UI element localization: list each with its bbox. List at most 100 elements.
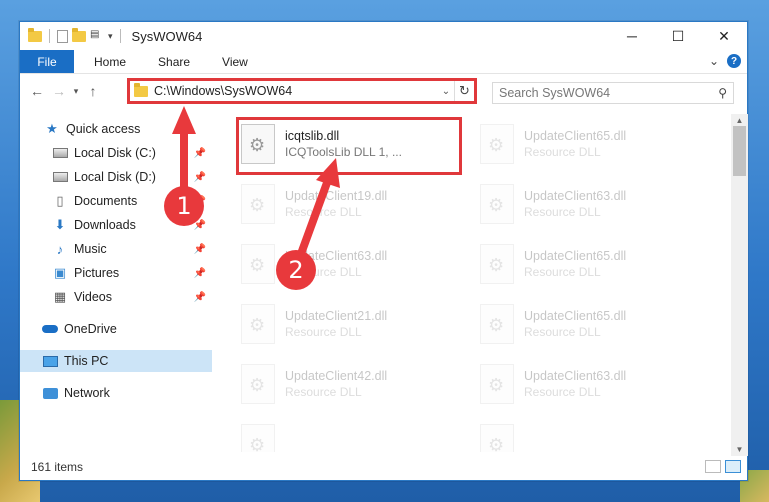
item-count: 161 items — [31, 460, 84, 474]
sidebar-item-quick-access[interactable]: ★ Quick access — [20, 118, 212, 140]
dll-file-icon — [241, 184, 275, 224]
customize-icon[interactable]: ▤ — [90, 29, 104, 43]
title-bar: ▤ ▾ SysWOW64 ─ ☐ ✕ — [20, 22, 747, 50]
close-button[interactable]: ✕ — [701, 22, 747, 50]
pin-icon[interactable]: 📌 — [194, 148, 206, 159]
dll-file-icon — [241, 424, 275, 452]
properties-icon[interactable] — [57, 29, 68, 43]
file-description: Resource DLL — [524, 145, 601, 159]
divider — [49, 29, 50, 43]
scroll-up-icon[interactable]: ▲ — [731, 116, 748, 125]
sidebar-item-local-disk-d[interactable]: Local Disk (D:) 📌 — [20, 166, 212, 188]
file-description: Resource DLL — [285, 205, 362, 219]
address-path[interactable]: C:\Windows\SysWOW64 — [154, 84, 438, 98]
file-item[interactable]: UpdateClient21.dll Resource DLL — [241, 298, 461, 350]
address-bar[interactable]: C:\Windows\SysWOW64 ⌄ ↻ — [127, 78, 477, 104]
pictures-icon: ▣ — [53, 265, 67, 280]
tab-file[interactable]: File — [20, 50, 74, 73]
up-arrow-icon[interactable]: ↑ — [82, 83, 104, 99]
navigation-pane: ★ Quick access Local Disk (C:) 📌 Local D… — [20, 114, 212, 452]
file-description: Resource DLL — [524, 325, 601, 339]
file-item[interactable]: UpdateClient65.dll Resource DLL — [480, 118, 700, 170]
file-item[interactable] — [480, 418, 700, 452]
file-name: UpdateClient65.dll — [524, 249, 627, 263]
sidebar-item-label: OneDrive — [64, 322, 117, 336]
view-toggle — [705, 460, 741, 473]
folder-icon — [134, 82, 148, 97]
minimize-button[interactable]: ─ — [609, 22, 655, 50]
pc-icon — [42, 354, 58, 368]
chevron-down-icon[interactable]: ⌄ — [438, 86, 454, 97]
search-icon: ⚲ — [718, 86, 727, 100]
file-item[interactable] — [241, 418, 461, 452]
large-icons-view-icon[interactable] — [725, 460, 741, 473]
sidebar-item-pictures[interactable]: ▣ Pictures 📌 — [20, 262, 212, 284]
dll-file-icon — [480, 184, 514, 224]
maximize-button[interactable]: ☐ — [655, 22, 701, 50]
file-name: UpdateClient21.dll — [285, 309, 388, 323]
chevron-down-icon[interactable]: ▾ — [108, 31, 113, 42]
music-icon: ♪ — [56, 241, 64, 257]
refresh-icon[interactable]: ↻ — [454, 81, 474, 101]
file-description: Resource DLL — [524, 265, 601, 279]
quick-access-toolbar: ▤ ▾ — [20, 27, 124, 43]
file-item[interactable]: UpdateClient63.dllResource DLL — [241, 238, 461, 290]
dll-file-icon — [480, 304, 514, 344]
sidebar-item-local-disk-c[interactable]: Local Disk (C:) 📌 — [20, 142, 212, 164]
window-controls: ─ ☐ ✕ — [609, 22, 747, 50]
sidebar-item-label: Documents — [74, 194, 138, 208]
dll-file-icon — [241, 364, 275, 404]
step-badge-2: 2 — [276, 250, 316, 290]
sidebar-item-videos[interactable]: ▦ Videos 📌 — [20, 286, 212, 308]
videos-icon: ▦ — [53, 289, 67, 304]
dll-file-icon — [480, 364, 514, 404]
pin-icon[interactable]: 📌 — [194, 172, 206, 183]
sidebar-item-music[interactable]: ♪ Music 📌 — [20, 238, 212, 260]
sidebar-item-this-pc[interactable]: This PC — [20, 350, 212, 372]
file-name: UpdateClient65.dll — [524, 129, 627, 143]
file-item[interactable]: UpdateClient65.dll Resource DLL — [480, 238, 700, 290]
drive-icon — [52, 170, 68, 184]
tab-share[interactable]: Share — [142, 50, 206, 73]
tab-home[interactable]: Home — [74, 50, 142, 73]
vertical-scrollbar[interactable]: ▲ ▼ — [731, 114, 748, 456]
drive-icon — [52, 146, 68, 160]
documents-icon: ▯ — [56, 193, 64, 208]
pin-icon[interactable]: 📌 — [194, 268, 206, 279]
expand-ribbon-icon[interactable]: ⌄ — [709, 54, 719, 68]
pin-icon[interactable]: 📌 — [194, 292, 206, 303]
file-item[interactable]: UpdateClient65.dll Resource DLL — [480, 298, 700, 350]
ribbon-right-controls: ⌄ ? — [709, 54, 741, 68]
file-name: UpdateClient63.dll — [524, 189, 627, 203]
pin-icon[interactable]: 📌 — [194, 244, 206, 255]
ribbon-tabs: File Home Share View ⌄ ? — [20, 50, 747, 74]
file-item[interactable]: UpdateClient63.dllResource DLL — [480, 358, 700, 410]
search-input[interactable]: Search SysWOW64 ⚲ — [492, 82, 734, 104]
file-description: Resource DLL — [285, 385, 362, 399]
sidebar-item-label: Videos — [74, 290, 112, 304]
explorer-window: ▤ ▾ SysWOW64 ─ ☐ ✕ File Home Share View … — [19, 21, 748, 481]
tab-view[interactable]: View — [206, 50, 264, 73]
downloads-icon: ⬇ — [54, 217, 66, 232]
recent-locations-icon[interactable]: ▾ — [70, 86, 82, 97]
file-item[interactable]: UpdateClient63.dllResource DLL — [480, 178, 700, 230]
scroll-down-icon[interactable]: ▼ — [731, 445, 748, 454]
scrollbar-thumb[interactable] — [733, 126, 746, 176]
sidebar-item-label: Music — [74, 242, 107, 256]
new-folder-icon[interactable] — [72, 27, 86, 42]
back-arrow-icon[interactable]: ← — [26, 83, 48, 99]
sidebar-item-label: Downloads — [74, 218, 136, 232]
sidebar-item-label: This PC — [64, 354, 109, 368]
details-view-icon[interactable] — [705, 460, 721, 473]
sidebar-item-network[interactable]: Network — [20, 382, 212, 404]
sidebar-item-onedrive[interactable]: OneDrive — [20, 318, 212, 340]
file-name: UpdateClient19.dll — [285, 189, 388, 203]
forward-arrow-icon[interactable]: → — [48, 83, 70, 99]
file-item[interactable]: UpdateClient19.dll Resource DLL — [241, 178, 461, 230]
step-badge-1: 1 — [164, 186, 204, 226]
file-description: Resource DLL — [285, 325, 362, 339]
divider — [119, 29, 121, 43]
help-icon[interactable]: ? — [727, 54, 741, 68]
file-item[interactable]: UpdateClient42.dll Resource DLL — [241, 358, 461, 410]
sidebar-item-label: Quick access — [66, 122, 141, 136]
